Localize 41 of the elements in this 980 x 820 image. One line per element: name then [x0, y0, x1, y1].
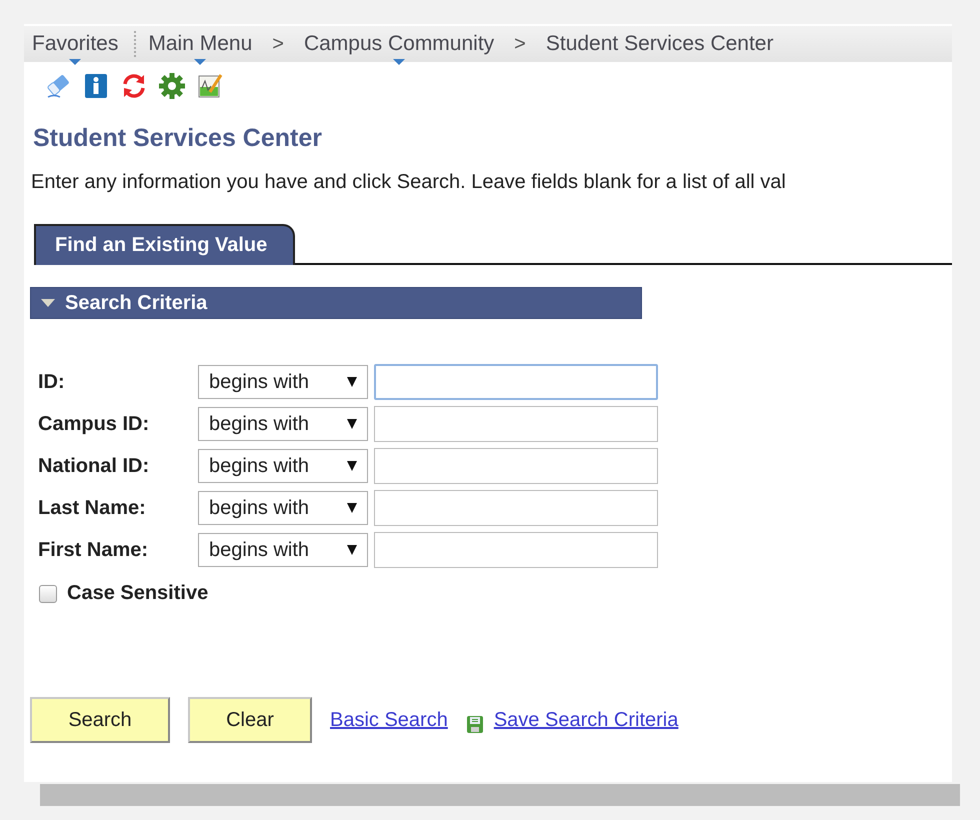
button[interactable]: Clear [188, 697, 312, 743]
save-search-link[interactable]: Save Search Criteria [494, 708, 678, 732]
page-title: Student Services Center [33, 124, 323, 153]
text-input[interactable] [374, 406, 658, 442]
operator-dropdown[interactable]: begins with [198, 533, 368, 567]
breadcrumb-separator: > [272, 32, 284, 56]
operator-dropdown[interactable]: begins with [198, 449, 368, 483]
gear-icon[interactable] [158, 72, 186, 100]
tab[interactable]: Find an Existing Value [34, 224, 296, 265]
section-title: Search Criteria [65, 292, 208, 314]
chart-icon[interactable] [196, 72, 224, 100]
field-label: National ID: [38, 454, 150, 478]
caret-icon [347, 545, 357, 555]
caret-icon [347, 419, 357, 429]
breadcrumb-link[interactable]: Student Services Center [542, 32, 778, 56]
caret-icon [347, 461, 357, 471]
operator-dropdown[interactable]: begins with [198, 365, 368, 399]
button[interactable]: Search [30, 697, 170, 743]
checkbox-label: Case Sensitive [67, 582, 208, 605]
collapse-icon[interactable] [41, 299, 55, 307]
operator-dropdown[interactable]: begins with [198, 407, 368, 441]
caret-icon [347, 377, 357, 387]
operator-dropdown[interactable]: begins with [198, 491, 368, 525]
basic-search-link[interactable]: Basic Search [330, 708, 448, 732]
text-input[interactable] [374, 532, 658, 568]
breadcrumb-link[interactable]: Main Menu [144, 32, 256, 56]
field-label: First Name: [38, 538, 150, 562]
breadcrumb-separator: > [514, 32, 526, 56]
section-header[interactable]: Search Criteria [30, 287, 642, 319]
breadcrumb-link[interactable]: Campus Community [300, 32, 498, 56]
text-input[interactable] [374, 490, 658, 526]
checkbox[interactable] [39, 584, 57, 602]
breadcrumb-link[interactable]: Favorites [28, 32, 122, 56]
field-label: Last Name: [38, 496, 147, 520]
text-input[interactable] [374, 448, 658, 484]
caret-icon [347, 503, 357, 513]
field-label: Campus ID: [38, 412, 150, 436]
text-input[interactable] [374, 364, 658, 400]
field-label: ID: [38, 370, 66, 394]
info-icon[interactable] [82, 72, 110, 100]
instructions-text: Enter any information you have and click Search. Leave fields blank for a list of all val [31, 171, 787, 194]
